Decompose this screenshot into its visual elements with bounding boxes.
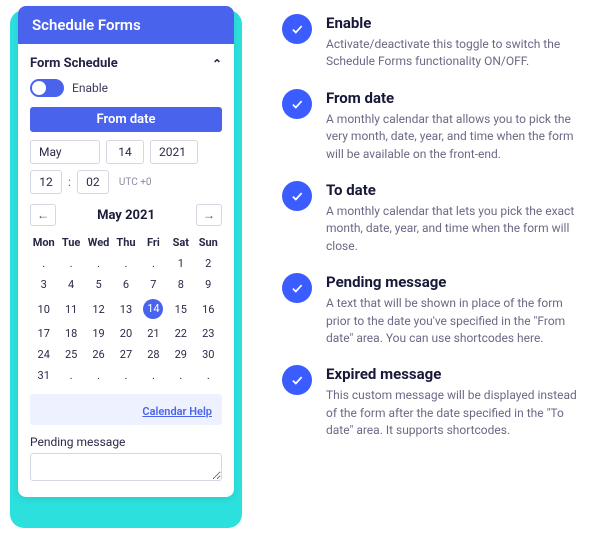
feature-item: To date A monthly calendar that lets you … bbox=[282, 181, 582, 255]
calendar-day[interactable]: 24 bbox=[30, 344, 57, 365]
calendar-day: . bbox=[85, 365, 112, 386]
enable-toggle[interactable] bbox=[30, 79, 64, 97]
calendar-dow: Fri bbox=[140, 232, 167, 253]
feature-desc: A monthly calendar that allows you to pi… bbox=[326, 111, 582, 163]
calendar-day: . bbox=[57, 253, 84, 274]
calendar-day[interactable]: 23 bbox=[195, 323, 222, 344]
feature-title: To date bbox=[326, 181, 582, 199]
feature-desc: This custom message will be displayed in… bbox=[326, 387, 582, 439]
calendar-day: . bbox=[30, 253, 57, 274]
calendar-dow: Wed bbox=[85, 232, 112, 253]
day-input[interactable]: 14 bbox=[106, 140, 144, 164]
calendar-day[interactable]: 26 bbox=[85, 344, 112, 365]
calendar-day[interactable]: 7 bbox=[140, 274, 167, 295]
calendar-day: . bbox=[57, 365, 84, 386]
section-header[interactable]: Form Schedule ⌃ bbox=[30, 52, 222, 77]
calendar-day[interactable]: 6 bbox=[112, 274, 139, 295]
calendar-day[interactable]: 13 bbox=[112, 295, 139, 323]
calendar-day[interactable]: 14 bbox=[140, 295, 167, 323]
features-list: Enable Activate/deactivate this toggle to… bbox=[282, 10, 582, 528]
check-icon bbox=[282, 273, 312, 303]
calendar-day[interactable]: 18 bbox=[57, 323, 84, 344]
calendar-day: . bbox=[112, 253, 139, 274]
calendar-day[interactable]: 1 bbox=[167, 253, 194, 274]
calendar-grid: MonTueWedThuFriSatSun .....1234567891011… bbox=[30, 232, 222, 386]
calendar-day[interactable]: 20 bbox=[112, 323, 139, 344]
feature-item: Pending message A text that will be shown… bbox=[282, 273, 582, 347]
calendar-day: . bbox=[195, 365, 222, 386]
feature-item: Expired message This custom message will … bbox=[282, 365, 582, 439]
card-title: Schedule Forms bbox=[18, 6, 234, 44]
check-icon bbox=[282, 181, 312, 211]
enable-toggle-label: Enable bbox=[72, 81, 108, 95]
next-month-button[interactable]: → bbox=[196, 204, 222, 226]
check-icon bbox=[282, 14, 312, 44]
calendar-title: May 2021 bbox=[97, 208, 155, 223]
calendar-day[interactable]: 12 bbox=[85, 295, 112, 323]
year-input[interactable]: 2021 bbox=[150, 140, 198, 164]
calendar-help-link[interactable]: Calendar Help bbox=[142, 405, 212, 418]
feature-item: Enable Activate/deactivate this toggle to… bbox=[282, 14, 582, 71]
calendar-dow: Sun bbox=[195, 232, 222, 253]
calendar-day[interactable]: 19 bbox=[85, 323, 112, 344]
calendar-dow: Thu bbox=[112, 232, 139, 253]
calendar-dow: Tue bbox=[57, 232, 84, 253]
month-input[interactable]: May bbox=[30, 140, 100, 164]
calendar-dow: Sat bbox=[167, 232, 194, 253]
calendar-day: . bbox=[140, 253, 167, 274]
calendar-day[interactable]: 30 bbox=[195, 344, 222, 365]
calendar-day[interactable]: 9 bbox=[195, 274, 222, 295]
feature-title: Pending message bbox=[326, 273, 582, 291]
calendar-day[interactable]: 27 bbox=[112, 344, 139, 365]
prev-month-button[interactable]: ← bbox=[30, 204, 56, 226]
schedule-forms-card: Schedule Forms Form Schedule ⌃ Enable Fr… bbox=[18, 6, 234, 497]
hour-input[interactable]: 12 bbox=[30, 170, 62, 194]
calendar-day[interactable]: 3 bbox=[30, 274, 57, 295]
pending-message-input[interactable] bbox=[30, 453, 222, 481]
calendar-dow: Mon bbox=[30, 232, 57, 253]
calendar-day[interactable]: 25 bbox=[57, 344, 84, 365]
calendar-day[interactable]: 22 bbox=[167, 323, 194, 344]
utc-label: UTC +0 bbox=[115, 173, 156, 192]
calendar-day[interactable]: 16 bbox=[195, 295, 222, 323]
calendar-help-row: Calendar Help bbox=[30, 394, 222, 425]
calendar-day[interactable]: 10 bbox=[30, 295, 57, 323]
check-icon bbox=[282, 89, 312, 119]
calendar-day[interactable]: 5 bbox=[85, 274, 112, 295]
card-frame: Schedule Forms Form Schedule ⌃ Enable Fr… bbox=[10, 10, 242, 528]
feature-desc: Activate/deactivate this toggle to switc… bbox=[326, 36, 582, 71]
time-colon: : bbox=[68, 175, 71, 189]
calendar-day[interactable]: 11 bbox=[57, 295, 84, 323]
calendar-day[interactable]: 8 bbox=[167, 274, 194, 295]
section-title: Form Schedule bbox=[30, 56, 118, 71]
pending-message-label: Pending message bbox=[30, 435, 222, 449]
calendar-day[interactable]: 31 bbox=[30, 365, 57, 386]
feature-desc: A text that will be shown in place of th… bbox=[326, 295, 582, 347]
calendar-day[interactable]: 15 bbox=[167, 295, 194, 323]
calendar-day: . bbox=[85, 253, 112, 274]
feature-title: From date bbox=[326, 89, 582, 107]
minute-input[interactable]: 02 bbox=[77, 170, 109, 194]
feature-item: From date A monthly calendar that allows … bbox=[282, 89, 582, 163]
calendar-day: . bbox=[112, 365, 139, 386]
calendar-day[interactable]: 4 bbox=[57, 274, 84, 295]
chevron-up-icon: ⌃ bbox=[212, 57, 222, 71]
from-date-tab[interactable]: From date bbox=[30, 107, 222, 132]
feature-desc: A monthly calendar that lets you pick th… bbox=[326, 203, 582, 255]
calendar-day[interactable]: 17 bbox=[30, 323, 57, 344]
calendar-day[interactable]: 28 bbox=[140, 344, 167, 365]
feature-title: Expired message bbox=[326, 365, 582, 383]
feature-title: Enable bbox=[326, 14, 582, 32]
calendar-day: . bbox=[167, 365, 194, 386]
check-icon bbox=[282, 365, 312, 395]
calendar-day[interactable]: 29 bbox=[167, 344, 194, 365]
calendar-day[interactable]: 21 bbox=[140, 323, 167, 344]
calendar-day: . bbox=[140, 365, 167, 386]
calendar-day[interactable]: 2 bbox=[195, 253, 222, 274]
